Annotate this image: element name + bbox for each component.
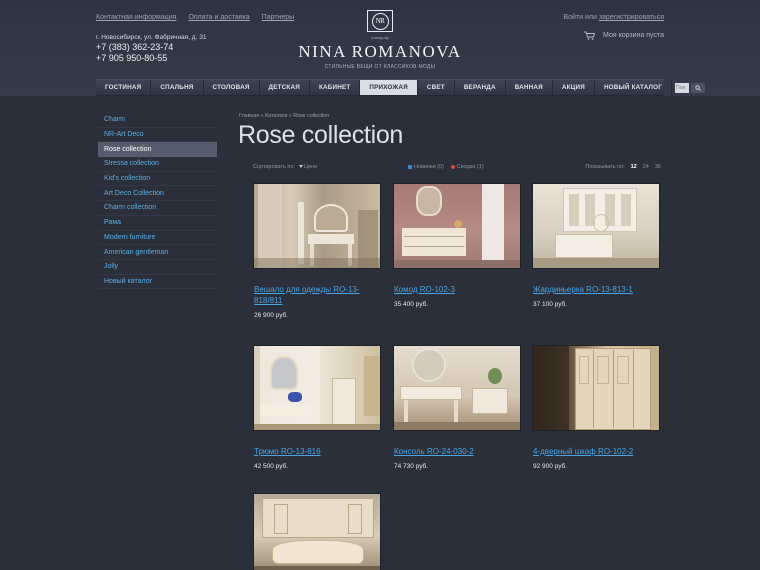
per-page-control: Показывать по: 12 24 36 <box>585 164 661 170</box>
sidebar-item-charm[interactable]: Charm <box>98 113 217 128</box>
product-name[interactable]: Вешало для одежды RO-13-818/811 <box>254 285 382 306</box>
product-price: 42 500 руб. <box>254 463 289 470</box>
nav-veranda[interactable]: ВЕРАНДА <box>455 80 506 95</box>
product-price: 26 900 руб. <box>254 312 289 319</box>
sidebar-item-jolly[interactable]: Jolly <box>98 260 217 275</box>
brand-name[interactable]: NINA ROMANOVA <box>280 42 480 62</box>
product-image[interactable] <box>253 183 381 269</box>
nav-new-catalog[interactable]: НОВЫЙ КАТАЛОГ <box>595 80 673 95</box>
nav-search <box>672 80 708 95</box>
logo-luxury-by: Luxury by <box>371 35 389 40</box>
page: Контактная информация Оплата и доставка … <box>0 0 760 570</box>
product-name[interactable]: 4-дверный шкаф RO-102-2 <box>533 447 661 458</box>
sidebar-item-nr-art-deco[interactable]: NR-Art Deco <box>98 128 217 143</box>
product-image[interactable] <box>253 345 381 431</box>
product-image[interactable] <box>532 345 660 431</box>
product-price: 37 100 руб. <box>533 301 568 308</box>
per-page-option-24[interactable]: 24 <box>643 164 649 170</box>
sidebar-item-art-deco-collection[interactable]: Art Deco Collection <box>98 186 217 202</box>
product-price: 92 900 руб. <box>533 463 568 470</box>
product-card: Жардиньерка RO-13-813-1 37 100 руб. <box>532 183 660 308</box>
partners-link[interactable]: Партнеры <box>262 14 295 21</box>
logo-monogram: NR <box>371 12 389 30</box>
new-items-link[interactable]: Новинки (0) <box>408 164 444 170</box>
sort-control: Сортировать по: Цене <box>253 164 317 170</box>
sidebar-item-charm-collection[interactable]: Charm collection <box>98 201 217 216</box>
breadcrumb-home[interactable]: Главная <box>239 113 259 119</box>
compare-icon <box>450 165 455 169</box>
nav-living-room[interactable]: ГОСТИНАЯ <box>96 80 152 95</box>
product-price: 74 730 руб. <box>394 463 429 470</box>
payment-delivery-link[interactable]: Оплата и доставка <box>188 14 249 21</box>
product-card: 4-дверный шкаф RO-102-2 92 900 руб. <box>532 345 660 470</box>
product-card: Трюмо RO-13-816 42 500 руб. <box>253 345 381 470</box>
sidebar-item-kids-collection[interactable]: Kid's collection <box>98 172 217 187</box>
product-card: Вешало для одежды RO-13-818/811 26 900 р… <box>253 183 381 319</box>
product-name[interactable]: Жардиньерка RO-13-813-1 <box>533 285 661 296</box>
nav-lighting[interactable]: СВЕТ <box>418 80 455 95</box>
breadcrumb: Главная » Каталоги » Rose collection <box>239 113 329 119</box>
sidebar-item-rose-collection[interactable]: Rose collection <box>98 142 217 158</box>
breadcrumb-catalogs[interactable]: Каталоги <box>265 113 287 119</box>
main-nav: ГОСТИНАЯ СПАЛЬНЯ СТОЛОВАЯ ДЕТСКАЯ КАБИНЕ… <box>96 79 706 96</box>
nav-bedroom[interactable]: СПАЛЬНЯ <box>151 80 204 95</box>
sort-arrow-icon <box>298 165 303 168</box>
nav-dining-room[interactable]: СТОЛОВАЯ <box>204 80 260 95</box>
nav-hallway[interactable]: ПРИХОЖАЯ <box>360 80 418 95</box>
brand-tagline: СТИЛЬНЫЕ ВЕЩИ ОТ КЛАССИКОВ МОДЫ <box>324 64 436 70</box>
search-icon[interactable] <box>691 82 706 93</box>
compare-list-link[interactable]: Сводка (1) <box>450 164 484 170</box>
breadcrumb-current: Rose collection <box>293 113 330 119</box>
sort-dropdown[interactable]: Цене <box>298 164 318 170</box>
collection-sidebar: Charm NR-Art Deco Rose collection Stress… <box>98 113 217 290</box>
nav-study[interactable]: КАБИНЕТ <box>310 80 361 95</box>
product-card: Консоль RO-24-030-2 74 730 руб. <box>393 345 521 470</box>
register-link[interactable]: зарегистрироваться <box>599 14 664 21</box>
top-links: Контактная информация Оплата и доставка … <box>96 14 294 21</box>
per-page-option-12[interactable]: 12 <box>631 164 637 170</box>
product-card: Комод RO-102-3 35 400 руб. <box>393 183 521 308</box>
product-name[interactable]: Консоль RO-24-030-2 <box>394 447 522 458</box>
sort-value: Цене <box>303 164 318 170</box>
product-name[interactable]: Трюмо RO-13-816 <box>254 447 382 458</box>
site-header: Контактная информация Оплата и доставка … <box>0 0 760 96</box>
cart[interactable]: Моя корзина пуста <box>584 31 664 40</box>
product-image[interactable] <box>532 183 660 269</box>
page-title: Rose collection <box>238 121 404 149</box>
new-items-icon <box>408 165 412 169</box>
product-image[interactable] <box>393 345 521 431</box>
nav-sale[interactable]: АКЦИЯ <box>553 80 595 95</box>
login-area: Войти или зарегистрироваться <box>563 14 664 21</box>
sidebar-item-stressa-collection[interactable]: Stressa collection <box>98 157 217 172</box>
catalog-toolbar: Сортировать по: Цене Новинки (0) Сводка … <box>253 163 661 173</box>
breadcrumb-separator: » <box>288 113 292 119</box>
breadcrumb-separator: » <box>260 113 264 119</box>
sort-label: Сортировать по: <box>253 164 295 170</box>
contacts-link[interactable]: Контактная информация <box>96 14 176 21</box>
compare-list-label: Сводка (1) <box>456 164 484 170</box>
cart-icon[interactable] <box>584 31 596 40</box>
product-name[interactable]: Комод RO-102-3 <box>394 285 522 296</box>
nav-bathroom[interactable]: ВАННАЯ <box>506 80 553 95</box>
product-image[interactable] <box>393 183 521 269</box>
login-link[interactable]: Войти или <box>563 14 596 21</box>
store-address: г. Новосибирск, ул. Фабричная, д. 31 <box>96 34 207 41</box>
sidebar-item-american-gentleman[interactable]: American gentleman <box>98 245 217 260</box>
product-price: 35 400 руб. <box>394 301 429 308</box>
product-card <box>253 493 381 570</box>
compare-links: Новинки (0) Сводка (1) <box>408 164 484 170</box>
new-items-label: Новинки (0) <box>414 164 444 170</box>
phone-2: +7 905 950-80-55 <box>96 53 168 63</box>
logo-mark[interactable]: NR <box>367 10 393 32</box>
per-page-label: Показывать по: <box>585 164 625 170</box>
sidebar-item-modern-furniture[interactable]: Modern furniture <box>98 231 217 246</box>
phone-1: +7 (383) 362-23-74 <box>96 42 174 52</box>
per-page-option-36[interactable]: 36 <box>655 164 661 170</box>
sidebar-item-rama[interactable]: Рама <box>98 216 217 231</box>
cart-status: Моя корзина пуста <box>603 32 664 39</box>
nav-kids-room[interactable]: ДЕТСКАЯ <box>260 80 310 95</box>
product-image[interactable] <box>253 493 381 570</box>
search-input[interactable] <box>675 82 690 93</box>
sidebar-item-new-catalog[interactable]: Новый каталог <box>98 275 217 290</box>
